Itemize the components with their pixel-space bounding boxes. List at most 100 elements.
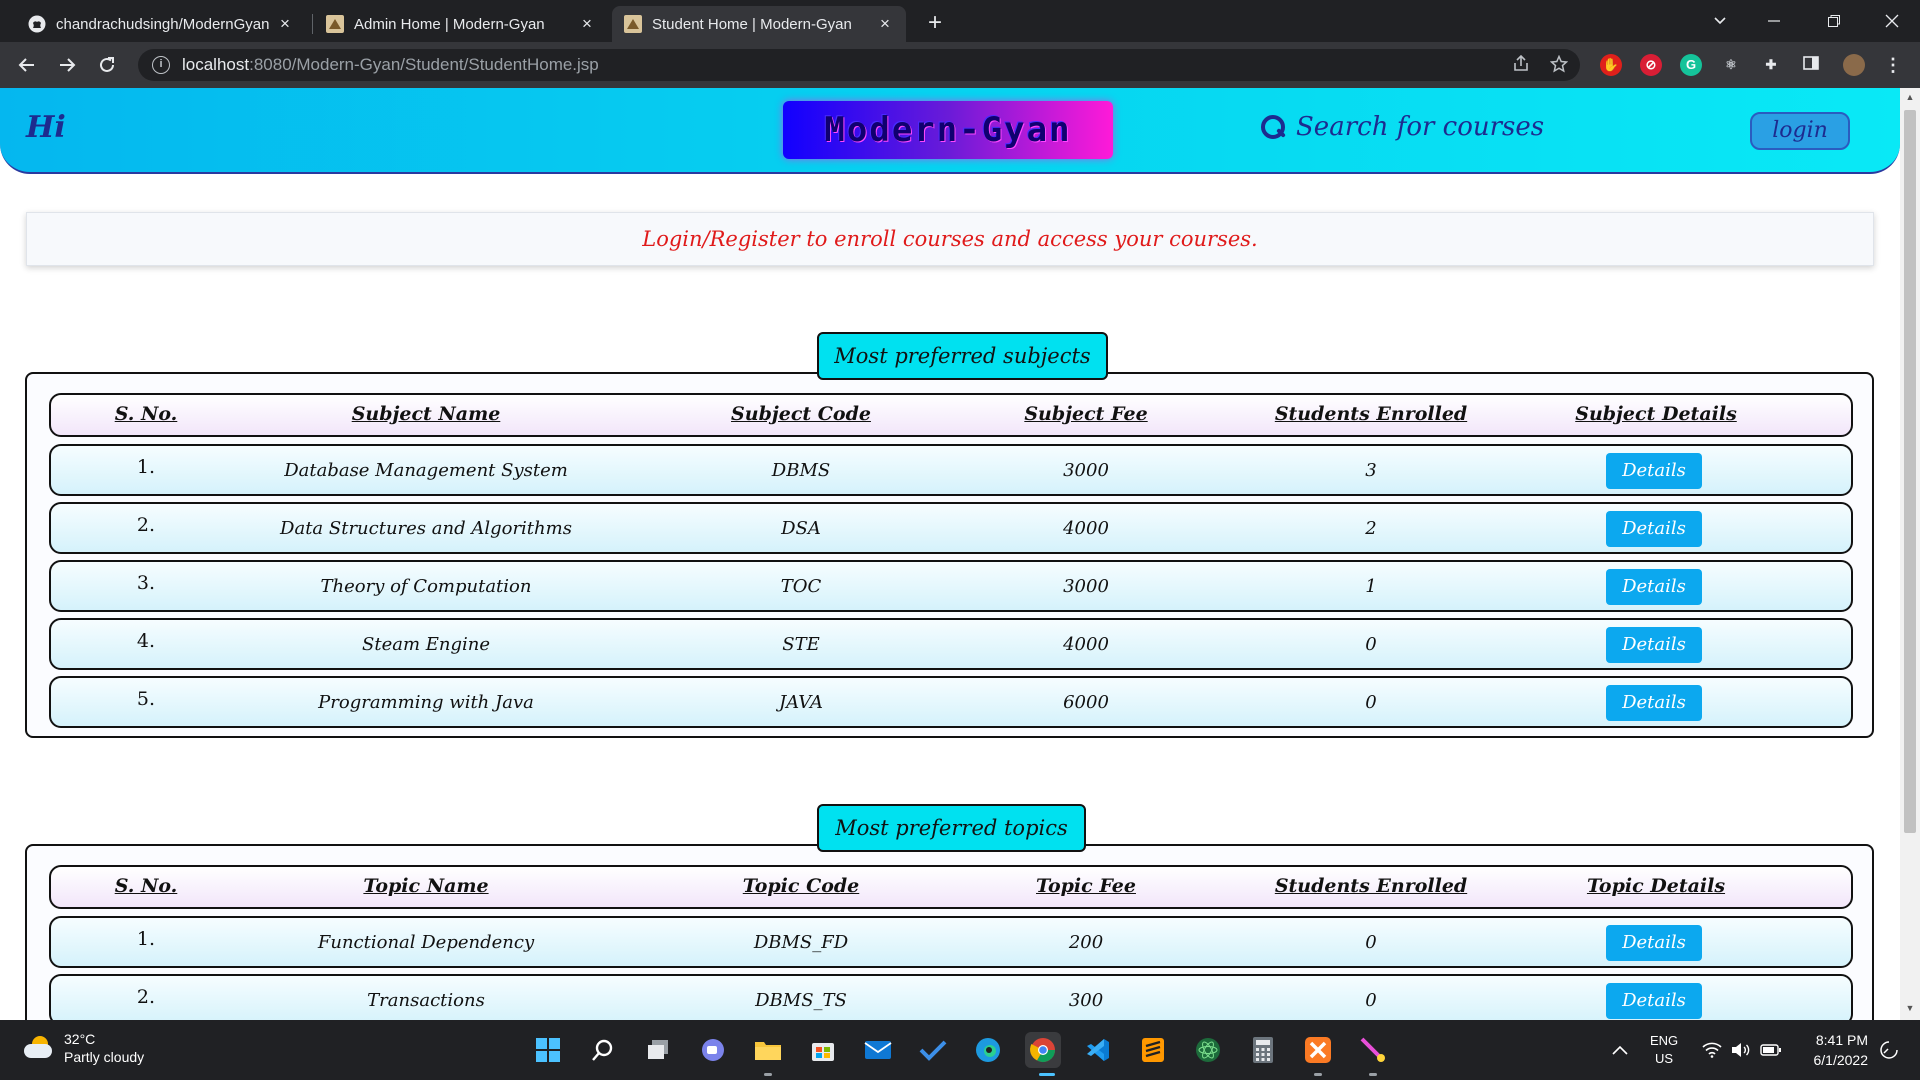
side-panel-icon[interactable]	[1800, 54, 1822, 76]
file-explorer-icon[interactable]	[750, 1032, 786, 1068]
col-students-enrolled: Students Enrolled	[1274, 875, 1468, 897]
todo-check-icon[interactable]	[915, 1032, 951, 1068]
row-name: Steam Engine	[362, 634, 490, 655]
task-view-icon[interactable]	[640, 1032, 676, 1068]
topics-table-header: S. No. Topic Name Topic Code Topic Fee S…	[49, 865, 1853, 909]
share-icon[interactable]	[1510, 54, 1532, 77]
reload-icon[interactable]	[92, 50, 122, 80]
col-topic-details: Topic Details	[1586, 875, 1726, 897]
mail-icon[interactable]	[860, 1032, 896, 1068]
row-name: Theory of Computation	[320, 576, 532, 597]
menu-kebab-icon[interactable]: ⋮	[1882, 54, 1904, 76]
grammarly-icon[interactable]: G	[1680, 54, 1702, 76]
scroll-down-icon[interactable]: ▼	[1905, 1003, 1915, 1013]
tab-admin-home[interactable]: Admin Home | Modern-Gyan ×	[314, 6, 608, 42]
teams-chat-icon[interactable]	[695, 1032, 731, 1068]
tab-search-icon[interactable]	[1692, 0, 1748, 42]
extension-block-icon[interactable]: ⊘	[1640, 54, 1662, 76]
calculator-icon[interactable]	[1245, 1032, 1281, 1068]
os-taskbar: 32°C Partly cloudy ENG US 8:41 PM 6/1/20…	[0, 1020, 1920, 1080]
row-enrolled: 0	[1365, 634, 1377, 655]
search-placeholder: Search for courses	[1296, 112, 1545, 142]
forward-arrow-icon[interactable]	[52, 50, 82, 80]
site-favicon-icon	[624, 15, 642, 33]
notifications-icon[interactable]	[1880, 1020, 1898, 1080]
address-bar[interactable]: i localhost:8080/Modern-Gyan/Student/Stu…	[138, 49, 1580, 81]
close-tab-icon[interactable]: ×	[276, 14, 294, 34]
partly-cloudy-icon	[22, 1034, 54, 1062]
details-button[interactable]: Details	[1606, 569, 1702, 605]
bookmark-star-icon[interactable]	[1548, 54, 1570, 77]
atom-react-icon[interactable]	[1190, 1032, 1226, 1068]
col-subject-code: Subject Code	[731, 403, 871, 425]
row-sno: 1.	[136, 928, 156, 950]
tab-github[interactable]: chandrachudsingh/ModernGyan ×	[16, 6, 306, 42]
site-logo[interactable]: Modern-Gyan	[783, 101, 1113, 159]
show-hidden-icons[interactable]	[1612, 1020, 1628, 1080]
language-indicator[interactable]: ENG US	[1650, 1020, 1678, 1080]
color-picker-icon[interactable]	[1355, 1032, 1391, 1068]
col-subject-fee: Subject Fee	[1024, 403, 1148, 425]
back-arrow-icon[interactable]	[12, 50, 42, 80]
details-button[interactable]: Details	[1606, 627, 1702, 663]
scroll-up-icon[interactable]: ▲	[1905, 92, 1915, 102]
row-sno: 2.	[136, 986, 156, 1008]
row-fee: 3000	[1063, 460, 1109, 481]
chrome-icon[interactable]	[1025, 1032, 1061, 1068]
clock[interactable]: 8:41 PM 6/1/2022	[1796, 1020, 1869, 1080]
row-code: DBMS	[771, 460, 831, 481]
volume-icon[interactable]	[1730, 1020, 1750, 1080]
row-code: JAVA	[778, 692, 824, 713]
microsoft-store-icon[interactable]	[805, 1032, 841, 1068]
running-indicator	[764, 1073, 772, 1076]
url-host: localhost	[182, 55, 250, 74]
new-tab-button[interactable]: +	[920, 8, 950, 38]
weather-widget[interactable]: 32°C Partly cloudy	[22, 1030, 144, 1066]
details-button[interactable]: Details	[1606, 511, 1702, 547]
col-students-enrolled: Students Enrolled	[1274, 403, 1468, 425]
battery-icon[interactable]	[1760, 1020, 1782, 1080]
details-button[interactable]: Details	[1606, 453, 1702, 489]
extensions-puzzle-icon[interactable]: ✚	[1760, 54, 1782, 76]
details-button[interactable]: Details	[1606, 925, 1702, 961]
windows-start-icon[interactable]	[530, 1032, 566, 1068]
page-viewport: Hi Modern-Gyan Search for courses login …	[0, 88, 1900, 1020]
col-topic-fee: Topic Fee	[1036, 875, 1136, 897]
restore-icon[interactable]	[1806, 0, 1862, 42]
col-subject-name: Subject Name	[351, 403, 501, 425]
details-button[interactable]: Details	[1606, 983, 1702, 1019]
sublime-text-icon[interactable]	[1135, 1032, 1171, 1068]
search-icon[interactable]	[585, 1032, 621, 1068]
running-indicator	[1369, 1073, 1377, 1076]
login-button[interactable]: login	[1750, 112, 1850, 150]
xampp-icon[interactable]	[1300, 1032, 1336, 1068]
search-courses[interactable]: Search for courses	[1260, 112, 1544, 142]
weather-temp: 32°C	[64, 1031, 96, 1047]
row-name: Database Management System	[284, 460, 568, 481]
row-code: DSA	[781, 518, 821, 539]
minimize-icon[interactable]	[1746, 0, 1802, 42]
edge-browser-icon[interactable]	[970, 1032, 1006, 1068]
extension-hand-icon[interactable]: ✋	[1600, 54, 1622, 76]
subjects-panel: S. No. Subject Name Subject Code Subject…	[25, 372, 1874, 738]
vscode-icon[interactable]	[1080, 1032, 1116, 1068]
details-button[interactable]: Details	[1606, 685, 1702, 721]
row-sno: 4.	[136, 630, 156, 652]
row-fee: 3000	[1063, 576, 1109, 597]
close-window-icon[interactable]	[1864, 0, 1920, 42]
close-tab-icon[interactable]: ×	[876, 14, 894, 34]
col-subject-details: Subject Details	[1575, 403, 1737, 425]
page-scrollbar[interactable]: ▲ ▼	[1900, 88, 1920, 1020]
table-row: 5. Programming with Java JAVA 6000 0 Det…	[49, 676, 1853, 728]
close-tab-icon[interactable]: ×	[578, 14, 596, 34]
browser-tab-bar: chandrachudsingh/ModernGyan × Admin Home…	[0, 0, 1920, 42]
row-enrolled: 3	[1365, 460, 1377, 481]
site-info-icon[interactable]: i	[152, 56, 170, 74]
scroll-thumb[interactable]	[1904, 110, 1916, 833]
col-topic-code: Topic Code	[742, 875, 860, 897]
tab-student-home[interactable]: Student Home | Modern-Gyan ×	[612, 6, 906, 42]
react-devtools-icon[interactable]: ⚛	[1720, 54, 1742, 76]
wifi-icon[interactable]	[1702, 1020, 1722, 1080]
row-enrolled: 0	[1365, 990, 1377, 1011]
profile-avatar[interactable]	[1843, 54, 1865, 76]
